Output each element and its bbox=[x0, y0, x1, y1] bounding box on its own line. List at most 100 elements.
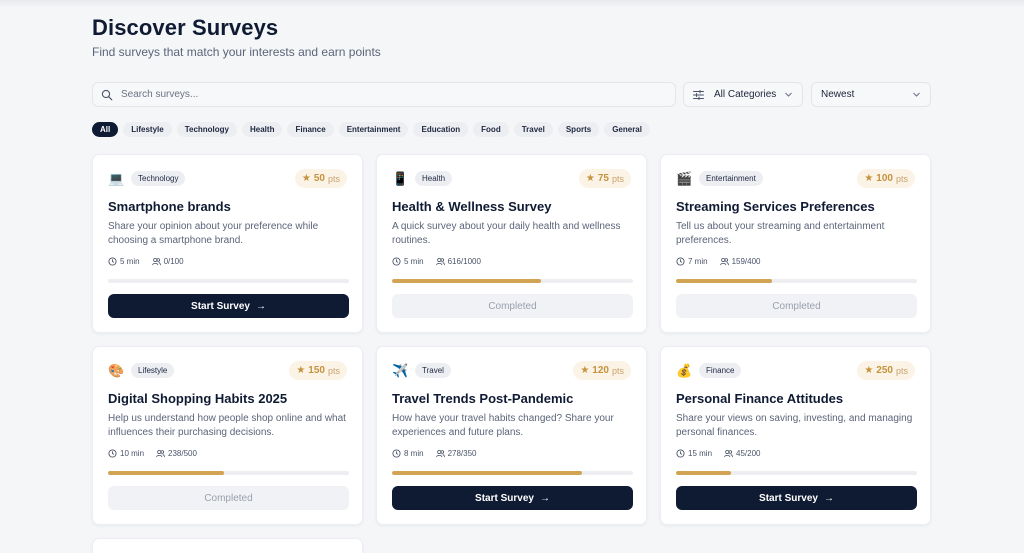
survey-description: A quick survey about your daily health a… bbox=[392, 221, 621, 246]
survey-meta: 7 min 159/400 bbox=[676, 257, 760, 266]
participants-value: 159/400 bbox=[731, 257, 761, 266]
button-label: Start Survey bbox=[475, 492, 534, 504]
progress-fill bbox=[392, 471, 583, 475]
survey-description: Help us understand how people shop onlin… bbox=[108, 413, 346, 438]
points-unit: pts bbox=[327, 365, 340, 376]
arrow-right-icon: → bbox=[255, 300, 266, 312]
arrow-right-icon: → bbox=[539, 492, 550, 504]
star-icon: ★ bbox=[864, 173, 874, 184]
chip-all[interactable]: All bbox=[92, 122, 119, 137]
survey-meta: 8 min 278/350 bbox=[392, 449, 476, 458]
category-badge: Lifestyle bbox=[131, 363, 175, 378]
points-unit: pts bbox=[895, 173, 908, 184]
survey-card[interactable]: 💻 Technology ★ 50 pts Smartphone brands Share … bbox=[92, 154, 363, 333]
clock-icon bbox=[392, 449, 401, 458]
start-survey-button[interactable]: Start Survey → bbox=[392, 486, 633, 510]
palette-icon: 🎨 bbox=[108, 363, 125, 378]
users-icon bbox=[151, 257, 161, 266]
sort-select[interactable]: Newest bbox=[811, 82, 931, 107]
points-badge: ★ 100 pts bbox=[857, 169, 915, 188]
clock-icon bbox=[108, 257, 117, 266]
chip-general[interactable]: General bbox=[604, 122, 650, 137]
survey-title: Streaming Services Preferences bbox=[676, 199, 875, 214]
progress-bar bbox=[108, 279, 349, 283]
clock-icon bbox=[108, 449, 117, 458]
laptop-icon: 💻 bbox=[108, 171, 125, 186]
chevron-down-icon bbox=[785, 92, 792, 97]
chip-travel[interactable]: Travel bbox=[513, 122, 553, 137]
points-unit: pts bbox=[327, 173, 340, 184]
duration: 10 min bbox=[108, 449, 144, 458]
search-box[interactable] bbox=[92, 82, 676, 107]
survey-meta: 5 min 616/1000 bbox=[392, 257, 481, 266]
money-bag-icon: 💰 bbox=[676, 363, 693, 378]
survey-description: Share your views on saving, investing, a… bbox=[676, 413, 913, 438]
top-shadow bbox=[0, 0, 1024, 8]
points-badge: ★ 250 pts bbox=[857, 361, 915, 380]
participants: 45/200 bbox=[724, 449, 760, 458]
survey-description: Tell us about your streaming and enterta… bbox=[676, 221, 885, 246]
users-icon bbox=[435, 257, 445, 266]
survey-description: Share your opinion about your preference… bbox=[108, 221, 319, 246]
survey-meta: 15 min 45/200 bbox=[676, 449, 760, 458]
progress-bar bbox=[676, 279, 917, 283]
chip-health[interactable]: Health bbox=[242, 122, 283, 137]
points-value: 75 bbox=[597, 173, 609, 184]
progress-fill bbox=[676, 279, 773, 283]
points-badge: ★ 50 pts bbox=[294, 169, 347, 188]
button-label: Start Survey bbox=[191, 300, 250, 312]
survey-card[interactable]: 🎬 Entertainment ★ 100 pts Streaming Services … bbox=[660, 154, 931, 333]
points-badge: ★ 150 pts bbox=[289, 361, 347, 380]
category-badge: Health bbox=[415, 171, 453, 186]
survey-card[interactable]: 📱 Health ★ 75 pts Health & Wellness Survey A q… bbox=[376, 154, 647, 333]
participants: 616/1000 bbox=[435, 257, 481, 266]
category-chips: All Lifestyle Technology Health Finance Enter… bbox=[92, 122, 650, 137]
clock-icon bbox=[676, 257, 685, 266]
star-icon: ★ bbox=[585, 173, 595, 184]
category-badge: Travel bbox=[415, 363, 451, 378]
chip-lifestyle[interactable]: Lifestyle bbox=[123, 122, 172, 137]
chip-technology[interactable]: Technology bbox=[176, 122, 237, 137]
duration-value: 10 min bbox=[120, 449, 145, 458]
category-badge: Entertainment bbox=[699, 171, 763, 186]
button-label: Completed bbox=[488, 300, 537, 312]
survey-card[interactable]: 🎨 Lifestyle ★ 150 pts Digital Shopping Habits… bbox=[92, 346, 363, 525]
search-input[interactable] bbox=[121, 89, 641, 100]
points-unit: pts bbox=[611, 365, 624, 376]
chip-sports[interactable]: Sports bbox=[557, 122, 600, 137]
participants-value: 0/100 bbox=[163, 257, 184, 266]
star-icon: ★ bbox=[296, 365, 306, 376]
survey-title: Personal Finance Attitudes bbox=[676, 391, 844, 406]
chip-food[interactable]: Food bbox=[473, 122, 509, 137]
clapperboard-icon: 🎬 bbox=[676, 171, 693, 186]
start-survey-button[interactable]: Start Survey → bbox=[676, 486, 917, 510]
participants: 159/400 bbox=[719, 257, 761, 266]
duration: 15 min bbox=[676, 449, 712, 458]
mobile-health-icon: 📱 bbox=[392, 171, 409, 186]
survey-card[interactable]: ✈️ Travel ★ 120 pts Travel Trends Post-Pandem… bbox=[376, 346, 647, 525]
chip-entertainment[interactable]: Entertainment bbox=[338, 122, 409, 137]
chip-finance[interactable]: Finance bbox=[287, 122, 334, 137]
points-value: 120 bbox=[592, 365, 609, 376]
progress-bar bbox=[392, 279, 633, 283]
participants: 278/350 bbox=[435, 449, 476, 458]
duration: 5 min bbox=[392, 257, 424, 266]
category-select-value: All Categories bbox=[714, 89, 777, 100]
chip-education[interactable]: Education bbox=[413, 122, 469, 137]
sort-select-value: Newest bbox=[821, 89, 855, 100]
completed-button: Completed bbox=[392, 294, 633, 318]
users-icon bbox=[156, 449, 165, 458]
category-badge: Finance bbox=[699, 363, 742, 378]
survey-title: Travel Trends Post-Pandemic bbox=[392, 391, 574, 406]
survey-card-partial[interactable] bbox=[92, 538, 363, 553]
progress-fill bbox=[392, 279, 542, 283]
duration: 8 min bbox=[392, 449, 424, 458]
arrow-right-icon: → bbox=[823, 492, 834, 504]
points-value: 50 bbox=[313, 173, 325, 184]
category-select[interactable]: All Categories bbox=[683, 82, 803, 107]
survey-title: Digital Shopping Habits 2025 bbox=[108, 391, 288, 406]
start-survey-button[interactable]: Start Survey → bbox=[108, 294, 349, 318]
survey-card[interactable]: 💰 Finance ★ 250 pts Personal Finance Attitude… bbox=[660, 346, 931, 525]
survey-description: How have your travel habits changed? Sha… bbox=[392, 413, 614, 438]
survey-title: Health & Wellness Survey bbox=[392, 199, 552, 214]
